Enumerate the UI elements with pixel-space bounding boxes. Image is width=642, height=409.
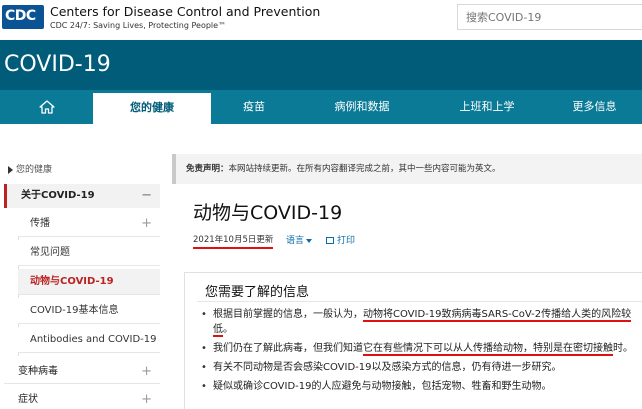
nav-home[interactable] [0,90,93,124]
list-item: 有关不同动物是否会感染COVID-19以及感染方式的信息，仍有待进一步研究。 [199,360,639,375]
search-box[interactable] [457,4,642,30]
expand-icon[interactable]: + [141,360,152,384]
main-nav: 您的健康 疫苗 病例和数据 上班和上学 更多信息 [0,90,642,124]
title-band: COVID-19 [0,40,642,90]
language-label: 语言 [286,236,305,246]
sidebar-item-label: 传播 [30,218,50,229]
sidebar-item-label: 症状 [18,394,38,405]
sidebar-item-variants[interactable]: 变种病毒 + [4,360,160,384]
bullet-text: 我们仍在了解此病毒，但我们知道 [213,343,363,354]
bullet-text-end: 。 [223,324,233,335]
home-icon [38,100,55,114]
sidebar-item-label: 变种病毒 [18,366,58,377]
expand-icon[interactable]: + [141,388,152,409]
bullet-text: 根据目前掌握的信息，一般认为， [213,309,363,320]
key-info-card: 您需要了解的信息 根据目前掌握的信息，一般认为，动物将COVID-19致病病毒S… [184,272,642,409]
sidebar-item-faq[interactable]: 常见问题 [18,240,160,266]
sidebar-item-animals[interactable]: 动物与COVID-19 [18,269,160,295]
sidebar-item-label: Antibodies and COVID-19 [30,334,157,345]
language-dropdown[interactable]: 语言 [286,233,313,246]
org-tagline: CDC 24/7: Saving Lives, Protecting Peopl… [50,21,227,30]
nav-vaccines[interactable]: 疫苗 [211,90,297,124]
sidebar-item-symptoms[interactable]: 症状 + [4,388,160,409]
sidebar-item-label: 常见问题 [30,247,70,258]
sidebar-section-about[interactable]: 关于COVID-19 − [4,184,160,208]
site-header: CDC Centers for Disease Control and Prev… [0,0,642,40]
page-title: 动物与COVID-19 [193,202,343,224]
sidebar-home-link[interactable]: 您的健康 [8,162,52,175]
bullet-text: 有关不同动物是否会感染COVID-19以及感染方式的信息，仍有待进一步研究。 [213,362,562,373]
search-input[interactable] [458,5,642,29]
disclaimer-label: 免责声明： [186,164,229,174]
cdc-logo-text: CDC [5,8,36,24]
key-info-list: 根据目前掌握的信息，一般认为，动物将COVID-19致病病毒SARS-CoV-2… [199,307,639,398]
nav-your-health[interactable]: 您的健康 [93,90,211,124]
print-label: 打印 [337,236,356,246]
sidebar-item-label: COVID-19基本信息 [30,305,119,316]
site-section-title[interactable]: COVID-19 [4,52,111,77]
org-name[interactable]: Centers for Disease Control and Preventi… [50,4,320,19]
bullet-text-end: 时。 [613,343,633,354]
caret-down-icon [306,238,313,243]
cdc-logo[interactable]: CDC [2,5,44,29]
sidebar: 您的健康 关于COVID-19 − 传播 + 常见问题 动物与COVID-19 … [0,124,160,409]
updated-date-text: 2021年10月5日更新 [193,233,274,249]
sidebar-section-label: 关于COVID-19 [21,190,95,201]
list-item: 我们仍在了解此病毒，但我们知道它在有些情况下可以从人传播给动物，特别是在密切接触… [199,341,639,356]
nav-cases-data[interactable]: 病例和数据 [297,90,427,124]
disclaimer-text: 本网站持续更新。在所有内容翻译完成之前，其中一些内容可能为英文。 [228,164,501,174]
card-divider [197,301,642,302]
nav-work-school[interactable]: 上班和上学 [427,90,547,124]
list-item: 疑似或确诊COVID-19的人应避免与动物接触，包括宠物、牲畜和野生动物。 [199,379,639,394]
bullet-text: 疑似或确诊COVID-19的人应避免与动物接触，包括宠物、牲畜和野生动物。 [213,381,552,392]
sidebar-home-label: 您的健康 [16,165,53,175]
print-icon [326,237,334,244]
collapse-icon[interactable]: − [141,184,152,208]
print-button[interactable]: 打印 [326,233,355,246]
nav-more-info[interactable]: 更多信息 [547,90,642,124]
highlighted-text: 它在有些情况下可以从人传播给动物，特别是在密切接触 [363,343,613,356]
list-item: 根据目前掌握的信息，一般认为，动物将COVID-19致病病毒SARS-CoV-2… [199,307,639,337]
updated-date: 2021年10月5日更新 [193,233,274,249]
sidebar-item-basics[interactable]: COVID-19基本信息 [18,298,160,324]
triangle-right-icon [8,165,13,174]
sidebar-item-label: 动物与COVID-19 [30,276,114,287]
card-title: 您需要了解的信息 [205,285,310,300]
expand-icon[interactable]: + [141,211,152,237]
sidebar-item-transmission[interactable]: 传播 + [18,211,160,237]
disclaimer-banner: 免责声明：本网站持续更新。在所有内容翻译完成之前，其中一些内容可能为英文。 [172,154,642,184]
sidebar-item-antibodies[interactable]: Antibodies and COVID-19 [18,327,160,353]
